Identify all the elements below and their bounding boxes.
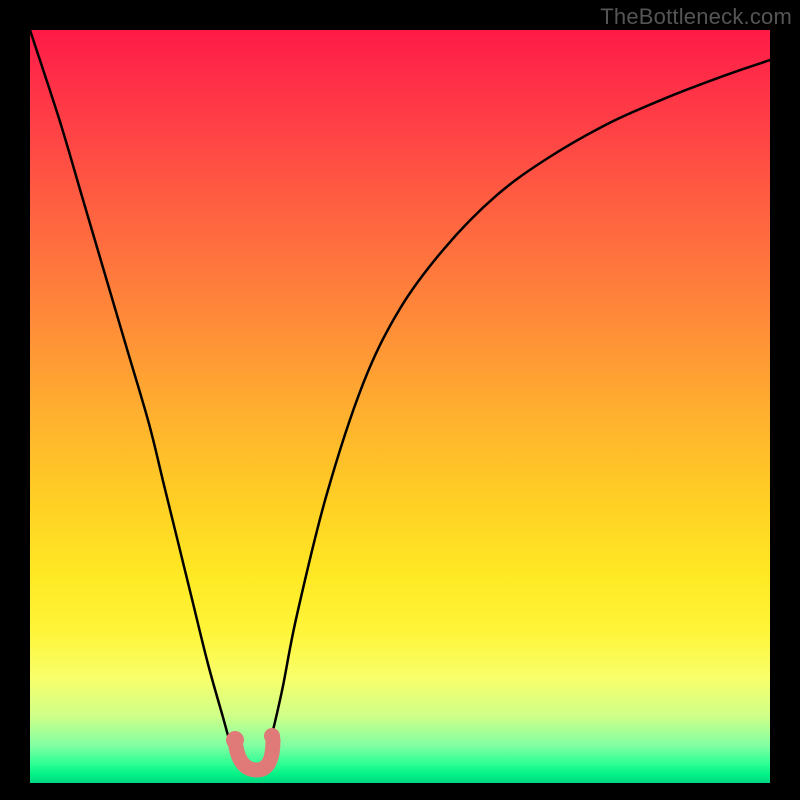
minimum-marker [226,728,280,770]
chart-frame: TheBottleneck.com [0,0,800,800]
watermark-text: TheBottleneck.com [600,4,792,30]
chart-overlay [30,30,770,783]
bottleneck-curve [30,30,770,774]
